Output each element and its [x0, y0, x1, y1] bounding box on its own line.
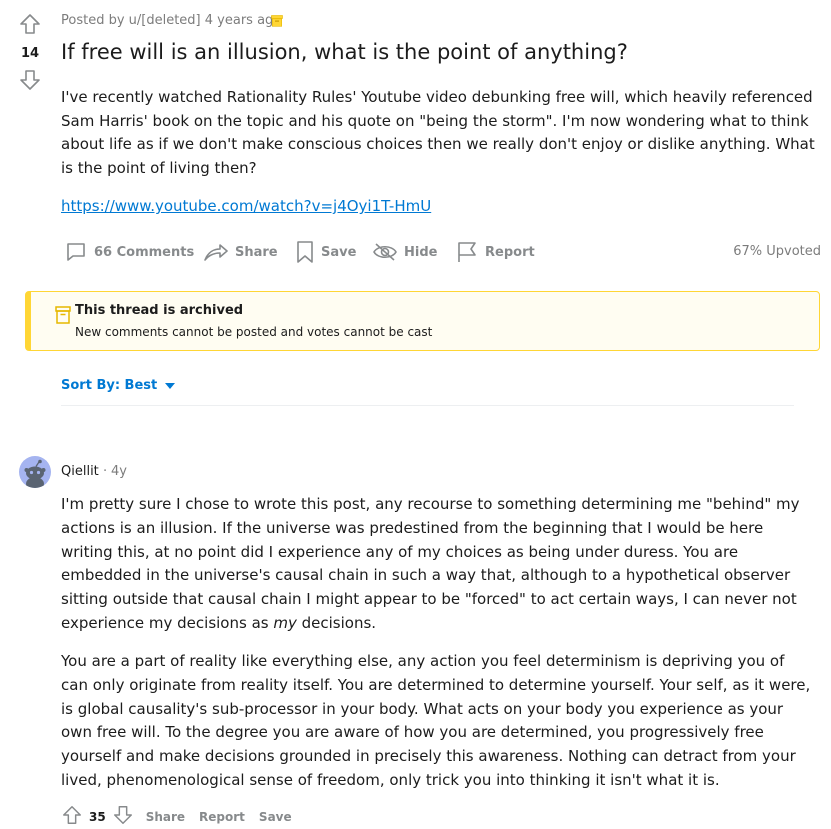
hide-button[interactable]: Hide: [372, 238, 437, 266]
hide-eye-icon: [372, 240, 398, 264]
comments-label: 66 Comments: [94, 244, 195, 260]
comment-action-bar: 35 Share Report Save: [61, 804, 292, 829]
sort-dropdown[interactable]: Sort By: Best: [61, 378, 176, 393]
comment-author[interactable]: Qiellit: [61, 464, 99, 479]
upvote-arrow-icon[interactable]: [61, 804, 83, 829]
report-button[interactable]: Report: [455, 238, 535, 266]
post-meta: Posted by u/[deleted] 4 years ago: [61, 13, 282, 28]
comment-emphasis: my: [273, 613, 297, 632]
flag-icon: [455, 240, 479, 264]
comments-button[interactable]: 66 Comments: [64, 238, 194, 266]
archive-box-icon: [271, 15, 283, 27]
hide-label: Hide: [404, 244, 438, 260]
archive-box-icon: [55, 306, 71, 324]
comment-report-button[interactable]: Report: [199, 810, 245, 824]
comment-text: decisions.: [296, 613, 377, 632]
comment-score: 35: [89, 809, 106, 824]
post-link[interactable]: https://www.youtube.com/watch?v=j4Oyi1T-…: [61, 197, 431, 215]
caret-down-icon: [165, 378, 176, 393]
comment-text: I'm pretty sure I chose to wrote this po…: [61, 495, 800, 632]
comment-share-button[interactable]: Share: [146, 810, 185, 824]
upvote-arrow-icon[interactable]: [18, 12, 42, 36]
share-arrow-icon: [203, 240, 229, 264]
post-body: I've recently watched Rationality Rules'…: [61, 88, 815, 177]
post-score: 14: [20, 46, 40, 61]
downvote-arrow-icon[interactable]: [112, 804, 134, 829]
save-label: Save: [321, 244, 357, 260]
comment-time[interactable]: 4y: [111, 464, 127, 479]
snoo-avatar-icon: [24, 459, 46, 488]
comment-separator: ·: [103, 464, 108, 479]
sort-label: Sort By: Best: [61, 378, 158, 393]
bookmark-icon: [295, 240, 315, 264]
divider: [61, 405, 794, 406]
upvote-ratio: 67% Upvoted: [733, 244, 821, 259]
comment-save-button[interactable]: Save: [259, 810, 292, 824]
share-button[interactable]: Share: [203, 238, 278, 266]
report-label: Report: [485, 244, 535, 260]
share-label: Share: [235, 244, 278, 260]
archived-title: This thread is archived: [75, 303, 244, 318]
archived-subtitle: New comments cannot be posted and votes …: [75, 325, 433, 339]
avatar[interactable]: [19, 456, 51, 488]
comment-bubble-icon: [64, 240, 88, 264]
comment-paragraph: I'm pretty sure I chose to wrote this po…: [61, 493, 816, 636]
comment-paragraph: You are a part of reality like everythin…: [61, 652, 811, 789]
downvote-arrow-icon[interactable]: [18, 68, 42, 92]
archived-notice: This thread is archived New comments can…: [25, 291, 820, 351]
post-title[interactable]: If free will is an illusion, what is the…: [61, 40, 628, 64]
save-button[interactable]: Save: [295, 238, 356, 266]
